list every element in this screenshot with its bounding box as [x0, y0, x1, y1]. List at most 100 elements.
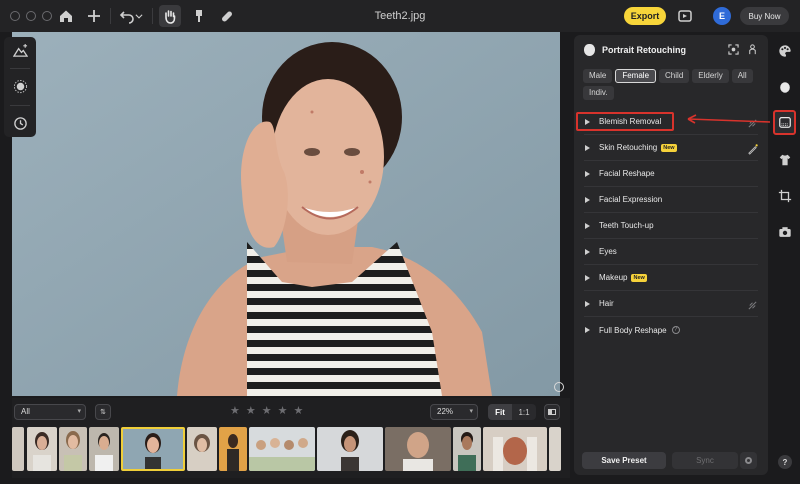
help-button[interactable]: ?: [778, 455, 792, 469]
sort-button[interactable]: ⇅: [95, 404, 111, 420]
thumbnail[interactable]: [385, 427, 451, 471]
panel-title: Portrait Retouching: [602, 45, 687, 55]
camera-icon[interactable]: [777, 224, 793, 240]
hand-tool-icon[interactable]: [159, 5, 181, 27]
chevron-down-icon[interactable]: [134, 7, 144, 25]
fit-button[interactable]: Fit: [488, 404, 512, 420]
thumbnail[interactable]: [249, 427, 315, 471]
thumbnail[interactable]: [549, 427, 561, 471]
menu-item-label: Hair: [599, 299, 614, 308]
right-tool-strip: [772, 35, 798, 475]
blemish-tool-icon[interactable]: [777, 114, 793, 130]
star-icon[interactable]: ★: [262, 404, 272, 418]
thumbnail[interactable]: [483, 427, 547, 471]
expand-arrow-icon: [585, 222, 590, 229]
filmstrip-bar: All ▾ ⇅ ★ ★ ★ ★ ★ 22% ▾ Fit 1:1: [12, 398, 570, 478]
gear-icon: [745, 457, 752, 464]
compare-view-button[interactable]: [544, 404, 560, 420]
chip-child[interactable]: Child: [659, 69, 690, 83]
one-to-one-button[interactable]: 1:1: [512, 404, 536, 420]
sync-settings-button[interactable]: [740, 452, 757, 469]
menu-item-facial-reshape[interactable]: Facial Reshape: [584, 161, 758, 187]
home-icon[interactable]: [57, 7, 75, 25]
new-badge: New: [631, 273, 647, 282]
close-window-button[interactable]: [10, 11, 20, 21]
panel-header-actions: [728, 44, 758, 55]
star-icon[interactable]: ★: [294, 404, 304, 418]
share-icon[interactable]: [676, 7, 694, 25]
eraser-icon[interactable]: [747, 298, 758, 310]
left-tool-panel: [4, 37, 36, 137]
expand-arrow-icon: [585, 196, 590, 203]
tool-divider: [10, 68, 30, 70]
toolbar-divider: [152, 8, 153, 24]
split-view-icon: [548, 409, 556, 415]
crop-icon[interactable]: [777, 188, 793, 204]
thumbnail[interactable]: [89, 427, 119, 471]
thumbnail[interactable]: [219, 427, 247, 471]
zoom-mode-toggle: Fit 1:1: [488, 404, 536, 420]
buy-now-button[interactable]: Buy Now: [740, 7, 789, 25]
help-icon[interactable]: ?: [671, 326, 680, 334]
menu-item-makeup[interactable]: Makeup New: [584, 265, 758, 291]
menu-item-label: Skin Retouching: [599, 143, 658, 152]
portrait-icon[interactable]: [777, 79, 793, 95]
menu-item-label: Teeth Touch-up: [599, 221, 654, 230]
thumbnail[interactable]: [317, 427, 383, 471]
minimize-window-button[interactable]: [26, 11, 36, 21]
menu-item-label: Eyes: [599, 247, 617, 256]
add-icon[interactable]: [85, 7, 103, 25]
toolbar-divider: [110, 8, 111, 24]
brush-edit-icon[interactable]: [747, 142, 758, 155]
maximize-window-button[interactable]: [42, 11, 52, 21]
body-detect-icon[interactable]: [747, 44, 758, 55]
brush-icon[interactable]: [190, 7, 208, 25]
clothing-icon[interactable]: [777, 152, 793, 168]
info-icon[interactable]: [554, 382, 564, 392]
star-icon[interactable]: ★: [278, 404, 288, 418]
retouch-menu: Blemish Removal Skin Retouching New Faci…: [574, 109, 768, 343]
thumbnail[interactable]: [453, 427, 481, 471]
menu-item-label: Makeup: [599, 273, 628, 282]
highlight-box-blemish-removal: [576, 112, 674, 131]
mountain-adjust-icon[interactable]: [11, 41, 29, 59]
menu-item-hair[interactable]: Hair: [584, 291, 758, 317]
thumbnail-selected[interactable]: [121, 427, 185, 471]
menu-item-eyes[interactable]: Eyes: [584, 239, 758, 265]
expand-arrow-icon: [585, 300, 590, 307]
chip-female[interactable]: Female: [615, 69, 657, 83]
thumbnail[interactable]: [59, 427, 87, 471]
chip-elderly[interactable]: Elderly: [692, 69, 729, 83]
expand-arrow-icon: [585, 274, 590, 281]
history-icon[interactable]: [11, 115, 29, 133]
face-detect-icon[interactable]: [728, 44, 739, 55]
menu-item-full-body-reshape[interactable]: Full Body Reshape ?: [584, 317, 758, 343]
sun-icon[interactable]: [11, 78, 29, 96]
thumbnail[interactable]: [12, 427, 24, 471]
user-avatar[interactable]: E: [713, 7, 731, 25]
bandage-icon[interactable]: [218, 7, 236, 25]
menu-item-teeth-touch-up[interactable]: Teeth Touch-up: [584, 213, 758, 239]
thumbnail[interactable]: [187, 427, 217, 471]
sync-button[interactable]: Sync: [672, 452, 738, 469]
thumbnail[interactable]: [27, 427, 57, 471]
photo-canvas[interactable]: [12, 32, 560, 396]
face-icon: [584, 44, 595, 56]
palette-icon[interactable]: [777, 43, 793, 59]
top-toolbar: Teeth2.jpg Export E Buy Now: [0, 0, 800, 32]
filter-dropdown[interactable]: All ▾: [14, 404, 86, 420]
chip-male[interactable]: Male: [583, 69, 613, 83]
menu-item-skin-retouching[interactable]: Skin Retouching New: [584, 135, 758, 161]
export-button[interactable]: Export: [624, 7, 666, 25]
tool-divider: [10, 104, 30, 106]
star-icon[interactable]: ★: [246, 404, 256, 418]
save-preset-button[interactable]: Save Preset: [582, 452, 666, 469]
chip-all[interactable]: All: [731, 69, 753, 83]
menu-item-facial-expression[interactable]: Facial Expression: [584, 187, 758, 213]
zoom-dropdown[interactable]: 22% ▾: [430, 404, 478, 420]
menu-item-label: Facial Expression: [599, 195, 663, 204]
chip-individual[interactable]: Indiv.: [583, 86, 614, 100]
expand-arrow-icon: [585, 144, 590, 151]
star-icon[interactable]: ★: [230, 404, 240, 418]
chevron-down-icon: ▾: [469, 408, 473, 415]
